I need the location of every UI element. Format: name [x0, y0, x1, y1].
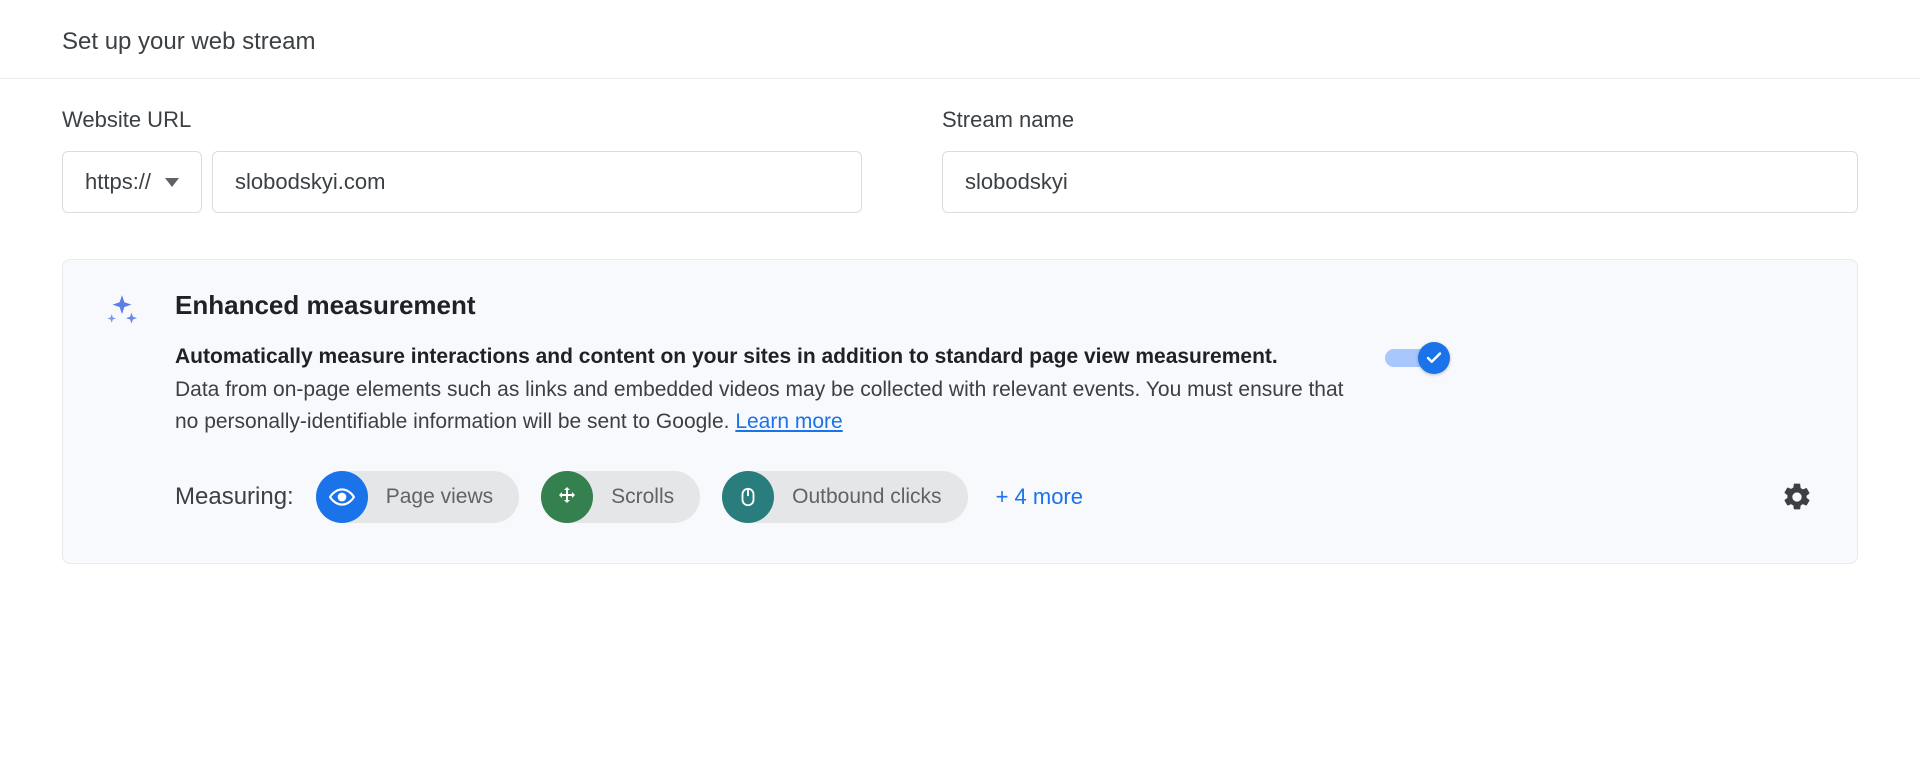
chip-outbound-clicks: Outbound clicks	[722, 471, 967, 523]
content-area: Website URL https:// Stream name Enhance…	[0, 79, 1920, 592]
measuring-label: Measuring:	[175, 483, 294, 511]
stream-name-input[interactable]	[942, 151, 1858, 213]
measuring-row: Measuring: Page views Scrolls	[175, 471, 1817, 523]
enhanced-measurement-title: Enhanced measurement	[175, 290, 1817, 321]
stream-name-field-group: Stream name	[942, 107, 1858, 213]
toggle-knob-check-icon	[1418, 342, 1450, 374]
sparkle-icon	[103, 290, 141, 330]
protocol-value: https://	[85, 169, 151, 195]
gear-icon	[1781, 481, 1813, 513]
website-url-field-group: Website URL https://	[62, 107, 862, 213]
stream-name-label: Stream name	[942, 107, 1858, 133]
chip-scrolls: Scrolls	[541, 471, 700, 523]
url-input-row: https://	[62, 151, 862, 213]
enhanced-measurement-body: Enhanced measurement Automatically measu…	[175, 290, 1817, 523]
website-url-label: Website URL	[62, 107, 862, 133]
enhanced-description: Automatically measure interactions and c…	[175, 341, 1345, 439]
website-url-input[interactable]	[212, 151, 862, 213]
chip-page-views: Page views	[316, 471, 519, 523]
mouse-icon	[722, 471, 774, 523]
settings-button[interactable]	[1777, 477, 1817, 517]
chip-scrolls-label: Scrolls	[611, 485, 674, 509]
enhanced-measurement-toggle[interactable]	[1385, 343, 1447, 373]
chip-outbound-label: Outbound clicks	[792, 485, 941, 509]
move-icon	[541, 471, 593, 523]
more-chips-link[interactable]: + 4 more	[996, 484, 1083, 510]
eye-icon	[316, 471, 368, 523]
chip-page-views-label: Page views	[386, 485, 493, 509]
enhanced-measurement-card: Enhanced measurement Automatically measu…	[62, 259, 1858, 564]
protocol-select[interactable]: https://	[62, 151, 202, 213]
enhanced-description-bold: Automatically measure interactions and c…	[175, 345, 1278, 368]
learn-more-link[interactable]: Learn more	[735, 410, 842, 433]
form-row: Website URL https:// Stream name	[62, 107, 1858, 213]
page-title: Set up your web stream	[0, 0, 1920, 79]
chevron-down-icon	[165, 178, 179, 187]
enhanced-description-row: Automatically measure interactions and c…	[175, 341, 1817, 439]
